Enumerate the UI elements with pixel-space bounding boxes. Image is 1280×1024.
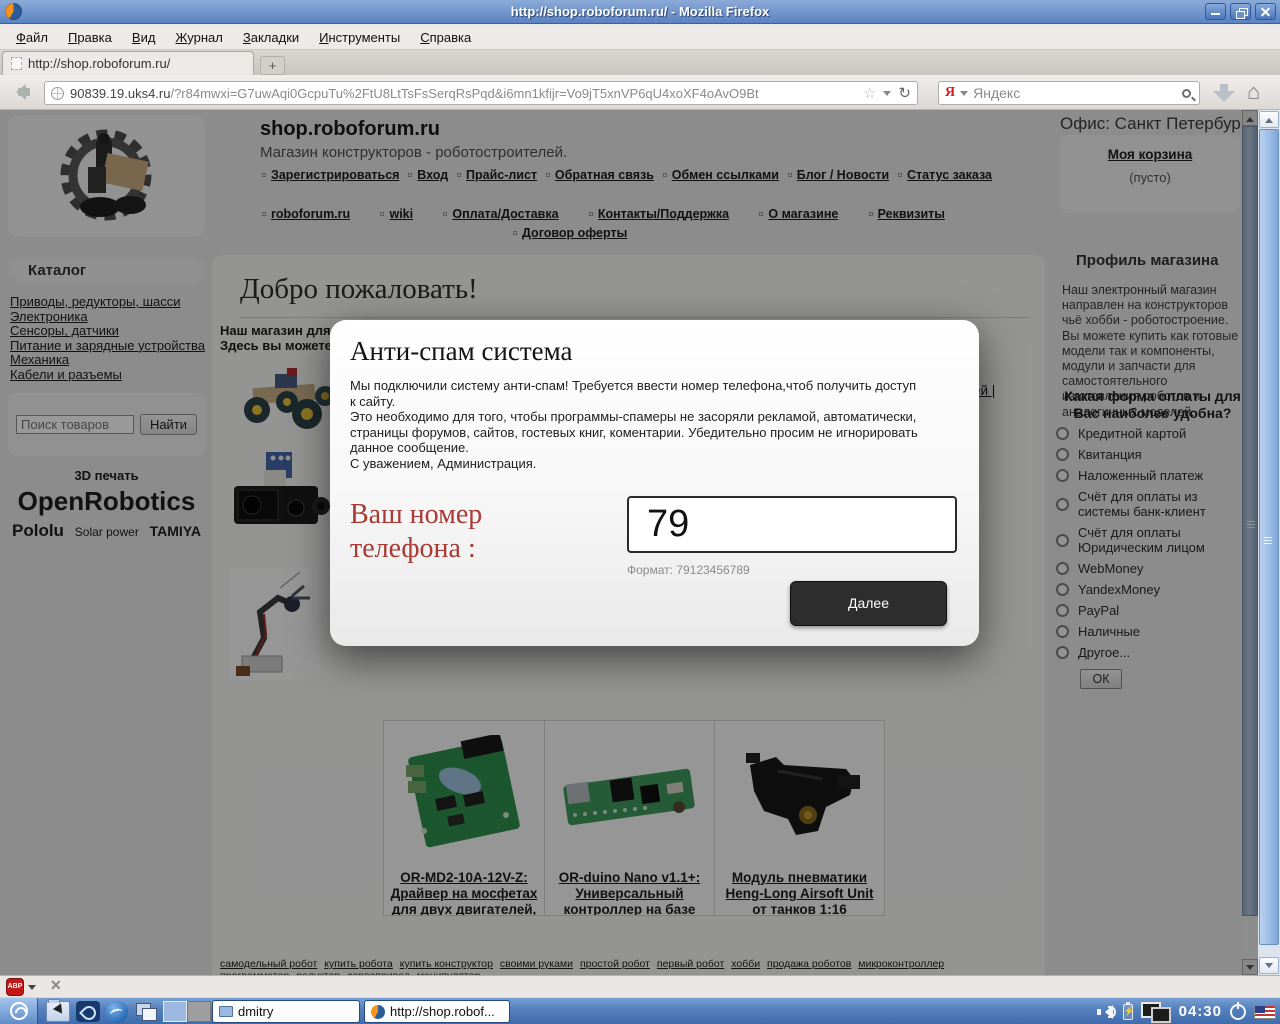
- url-dropdown-icon[interactable]: [883, 90, 892, 100]
- back-button[interactable]: [8, 81, 34, 103]
- browser-scroll-up-icon[interactable]: [1259, 111, 1279, 128]
- phone-input[interactable]: [627, 496, 957, 553]
- web-search-input[interactable]: [973, 85, 1177, 101]
- new-tab-button[interactable]: +: [260, 56, 285, 75]
- url-domain: 90839.19.uks4.ru: [70, 85, 171, 101]
- phone-label: Ваш номер телефона :: [350, 499, 483, 564]
- antispam-dialog: Анти-спам система Мы подключили систему …: [330, 320, 979, 646]
- start-menu-button[interactable]: [0, 998, 38, 1024]
- taskbar-window-firefox[interactable]: http://shop.robof...: [364, 1000, 510, 1023]
- dialog-paragraph1: Мы подключили систему анти-спам! Требует…: [350, 378, 917, 409]
- window-titlebar[interactable]: http://shop.roboforum.ru/ - Mozilla Fire…: [0, 0, 1280, 24]
- workspace-pager[interactable]: [163, 1001, 211, 1022]
- start-logo-icon: [10, 1002, 28, 1020]
- menu-file[interactable]: Файл: [8, 27, 56, 48]
- folder-icon: [219, 1006, 233, 1017]
- taskbar-window-dmitry-label: dmitry: [238, 1004, 274, 1019]
- url-path: /?r84mwxi=G7uwAqi0GcpuTu%2FtU8LtTsFsSerq…: [170, 85, 759, 101]
- page-viewport: Каталог Приводы, редукторы, шасси Электр…: [0, 110, 1258, 975]
- menu-history[interactable]: Журнал: [167, 27, 230, 48]
- show-desktop-icon[interactable]: [134, 1001, 158, 1022]
- keyboard-layout-flag-icon[interactable]: [1254, 1004, 1276, 1019]
- system-tray: 04:30: [1096, 998, 1276, 1024]
- browser-launcher-icon[interactable]: [76, 1001, 100, 1022]
- volume-icon[interactable]: [1096, 1004, 1116, 1019]
- minimize-button[interactable]: [1205, 3, 1226, 20]
- search-bar[interactable]: Я: [938, 81, 1200, 105]
- browser-scrollbar-thumb[interactable]: [1259, 129, 1279, 945]
- close-button[interactable]: [1255, 3, 1276, 20]
- firefox-icon: [371, 1004, 385, 1019]
- tab-strip: http://shop.roboforum.ru/ +: [0, 50, 1280, 75]
- addon-bar-close-icon[interactable]: ✕: [50, 977, 62, 994]
- tab-favicon: [11, 57, 22, 70]
- screen: http://shop.roboforum.ru/ - Mozilla Fire…: [0, 0, 1280, 1024]
- downloads-icon[interactable]: [1213, 82, 1235, 104]
- reload-icon[interactable]: ↻: [898, 86, 911, 101]
- format-hint: Формат: 79123456789: [627, 563, 750, 577]
- network-monitors-icon[interactable]: [1140, 1001, 1171, 1023]
- file-manager-icon[interactable]: [46, 999, 70, 1022]
- url-bar[interactable]: 90839.19.uks4.ru/?r84mwxi=G7uwAqi0GcpuTu…: [44, 81, 918, 105]
- menu-edit[interactable]: Правка: [60, 27, 120, 48]
- site-identity-icon[interactable]: [51, 86, 64, 100]
- bookmark-star-icon[interactable]: ☆: [863, 86, 876, 101]
- restore-button[interactable]: [1230, 3, 1251, 20]
- next-button[interactable]: Далее: [790, 581, 947, 626]
- engine-dropdown-icon[interactable]: [960, 90, 969, 100]
- search-icon[interactable]: [1182, 88, 1191, 98]
- menu-view[interactable]: Вид: [124, 27, 164, 48]
- dialog-paragraph3: С уважением, Администрация.: [350, 455, 537, 471]
- adblock-dropdown-icon[interactable]: [28, 985, 36, 994]
- menu-tools[interactable]: Инструменты: [311, 27, 408, 48]
- menu-help[interactable]: Справка: [412, 27, 479, 48]
- dialog-body: Мы подключили систему анти-спам! Требует…: [350, 378, 925, 471]
- tab-title: http://shop.roboforum.ru/: [28, 56, 171, 71]
- yandex-engine-icon[interactable]: Я: [945, 85, 955, 101]
- dialog-title: Анти-спам система: [350, 336, 573, 366]
- tab-active[interactable]: http://shop.roboforum.ru/: [2, 51, 254, 75]
- addon-bar: ABP ✕: [0, 975, 1280, 997]
- power-icon[interactable]: [1230, 1001, 1246, 1020]
- window-title: http://shop.roboforum.ru/ - Mozilla Fire…: [510, 4, 770, 19]
- browser-scrollbar[interactable]: [1258, 110, 1280, 975]
- url-text[interactable]: 90839.19.uks4.ru/?r84mwxi=G7uwAqi0GcpuTu…: [70, 86, 857, 101]
- taskbar-window-dmitry[interactable]: dmitry: [212, 1000, 360, 1023]
- mail-client-icon[interactable]: [106, 1001, 128, 1023]
- taskbar: dmitry http://shop.robof... 04:30: [0, 997, 1280, 1024]
- firefox-icon: [5, 3, 22, 20]
- workspace-2[interactable]: [187, 1001, 211, 1022]
- taskbar-window-firefox-label: http://shop.robof...: [390, 1004, 495, 1019]
- dialog-paragraph2: Это необходимо для того, чтобы программы…: [350, 409, 918, 455]
- battery-icon[interactable]: [1122, 1001, 1135, 1020]
- home-icon[interactable]: ⌂: [1247, 79, 1260, 105]
- menubar: Файл Правка Вид Журнал Закладки Инструме…: [0, 25, 1280, 50]
- adblock-icon[interactable]: ABP: [6, 978, 24, 996]
- browser-scroll-down-icon[interactable]: [1259, 957, 1279, 974]
- clock[interactable]: 04:30: [1179, 1003, 1222, 1020]
- menu-bookmarks[interactable]: Закладки: [235, 27, 307, 48]
- workspace-1[interactable]: [163, 1001, 187, 1022]
